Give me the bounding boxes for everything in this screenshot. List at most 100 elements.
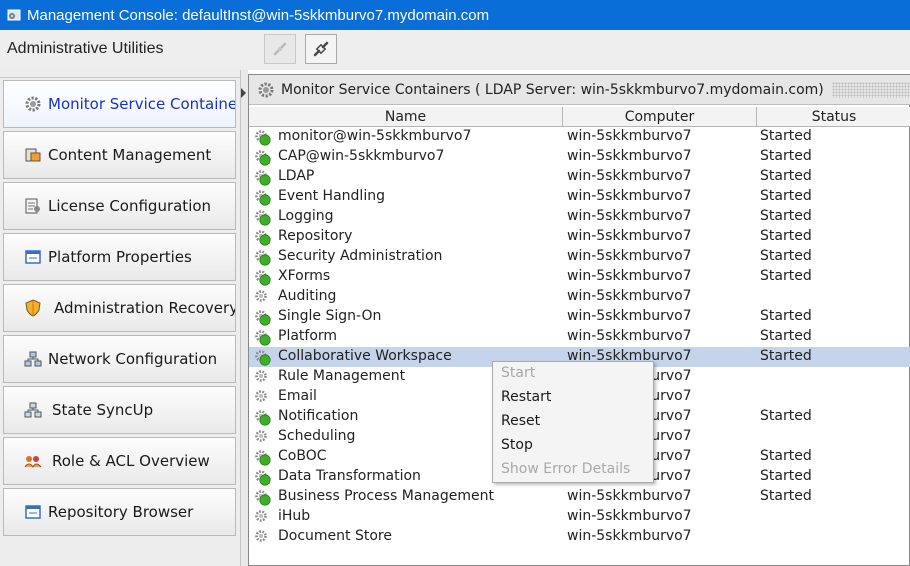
cell-computer: win-5skkmburvo7 [567,488,692,504]
splitter[interactable] [240,70,248,566]
sidebar-item-role-acl-overview[interactable]: Role & ACL Overview [3,437,236,485]
sidebar-item-repository-browser[interactable]: Repository Browser [3,488,236,536]
gear-running-icon [255,130,271,146]
disconnect-icon [273,42,287,56]
gear-running-icon [255,470,271,486]
table-row[interactable]: Repository win-5skkmburvo7 Started [249,227,910,247]
sidebar-item-network-configuration[interactable]: Network Configuration [3,335,236,383]
cell-status: Started [760,248,812,264]
cell-computer: win-5skkmburvo7 [567,288,692,304]
cell-name: Notification [278,408,359,424]
cell-computer: win-5skkmburvo7 [567,508,692,524]
sidebar: Monitor Service Containers Content Manag… [0,70,240,566]
cell-name: monitor@win-5skkmburvo7 [278,128,472,144]
table-row[interactable]: CAP@win-5skkmburvo7 win-5skkmburvo7 Starte… [249,147,910,167]
cell-status: Started [760,308,812,324]
cell-name: Document Store [278,528,392,544]
gear-running-icon [255,310,271,326]
menu-item-reset[interactable]: Reset [501,413,540,429]
sidebar-item-label: Content Management [48,146,212,164]
cell-name: iHub [278,508,311,524]
sidebar-item-label: License Configuration [48,197,212,215]
menu-item-show-error-details[interactable]: Show Error Details [501,461,630,477]
gear-stopped-icon [255,290,267,302]
cell-status: Started [760,168,812,184]
disconnect-button[interactable] [264,34,296,64]
cell-status: Started [760,348,812,364]
cell-computer: win-5skkmburvo7 [567,128,692,144]
table-row[interactable]: Auditing win-5skkmburvo7 [249,287,910,307]
column-header-computer[interactable]: Computer [563,107,757,127]
sidebar-item-platform-properties[interactable]: Platform Properties [3,233,236,281]
cell-name: Collaborative Workspace [278,348,452,364]
title-bar: Management Console: defaultInst@win-5skk… [0,0,910,30]
table-row[interactable]: Security Administration win-5skkmburvo7 St… [249,247,910,267]
sidebar-item-license-configuration[interactable]: License Configuration [3,182,236,230]
sidebar-item-label: Network Configuration [48,350,218,368]
cell-name: Auditing [278,288,337,304]
gear-stopped-icon [255,430,267,442]
cell-status: Started [760,208,812,224]
connect-button[interactable] [305,34,337,64]
column-header-status[interactable]: Status [757,107,910,127]
gear-running-icon [255,350,271,366]
repository-icon [25,505,41,519]
table-row[interactable]: Logging win-5skkmburvo7 Started [249,207,910,227]
gear-stopped-icon [255,370,267,382]
sidebar-item-monitor-service-containers[interactable]: Monitor Service Containers [3,80,236,128]
table-row[interactable]: Single Sign-On win-5skkmburvo7 Started [249,307,910,327]
cell-status: Started [760,148,812,164]
table-row[interactable]: LDAP win-5skkmburvo7 Started [249,167,910,187]
gear-running-icon [255,450,271,466]
gear-running-icon [255,170,271,186]
gear-running-icon [255,270,271,286]
table-row[interactable]: iHub win-5skkmburvo7 [249,507,910,527]
roles-icon [24,456,42,468]
cell-computer: win-5skkmburvo7 [567,308,692,324]
toolbar-label: Administrative Utilities [7,40,164,57]
sidebar-item-state-syncup[interactable]: State SyncUp [3,386,236,434]
cell-computer: win-5skkmburvo7 [567,328,692,344]
cell-computer: win-5skkmburvo7 [567,268,692,284]
cell-name: LDAP [278,168,315,184]
toolbar: Administrative Utilities [0,30,910,70]
sidebar-item-administration-recovery[interactable]: Administration Recovery [3,284,236,332]
table-row[interactable]: Business Process Management win-5skkmburv… [249,487,910,507]
cell-status: Started [760,128,812,144]
cell-status: Started [760,488,812,504]
collapse-arrow-icon[interactable] [241,88,246,98]
shield-icon [25,299,41,317]
network-icon [24,351,42,367]
menu-item-restart[interactable]: Restart [501,389,551,405]
gear-running-icon [255,410,271,426]
cell-status: Started [760,188,812,204]
cell-name: Data Transformation [278,468,421,484]
gear-stopped-icon [255,390,267,402]
sidebar-item-label: Platform Properties [48,248,192,266]
table-row[interactable]: Platform win-5skkmburvo7 Started [249,327,910,347]
cell-name: Repository [278,228,353,244]
cell-name: Event Handling [278,188,385,204]
table-row[interactable]: XForms win-5skkmburvo7 Started [249,267,910,287]
cell-name: Logging [278,208,334,224]
cell-status: Started [760,228,812,244]
gear-stopped-icon [255,530,267,542]
sync-icon [24,402,42,418]
table-row[interactable]: Event Handling win-5skkmburvo7 Started [249,187,910,207]
gear-running-icon [255,490,271,506]
column-header-name[interactable]: Name [249,107,563,127]
gear-icon [258,82,274,97]
panel-grip [831,81,910,98]
gear-running-icon [255,230,271,246]
sidebar-item-label: State SyncUp [52,401,154,419]
gear-running-icon [255,250,271,266]
cell-computer: win-5skkmburvo7 [567,168,692,184]
sidebar-item-content-management[interactable]: Content Management [3,131,236,179]
menu-item-stop[interactable]: Stop [501,437,533,453]
menu-item-start[interactable]: Start [501,365,535,381]
cell-computer: win-5skkmburvo7 [567,248,692,264]
table-row[interactable]: monitor@win-5skkmburvo7 win-5skkmburvo7 St… [249,127,910,147]
gear-running-icon [255,190,271,206]
table-header: Name Computer Status [249,107,910,127]
table-row[interactable]: Document Store win-5skkmburvo7 [249,527,910,547]
